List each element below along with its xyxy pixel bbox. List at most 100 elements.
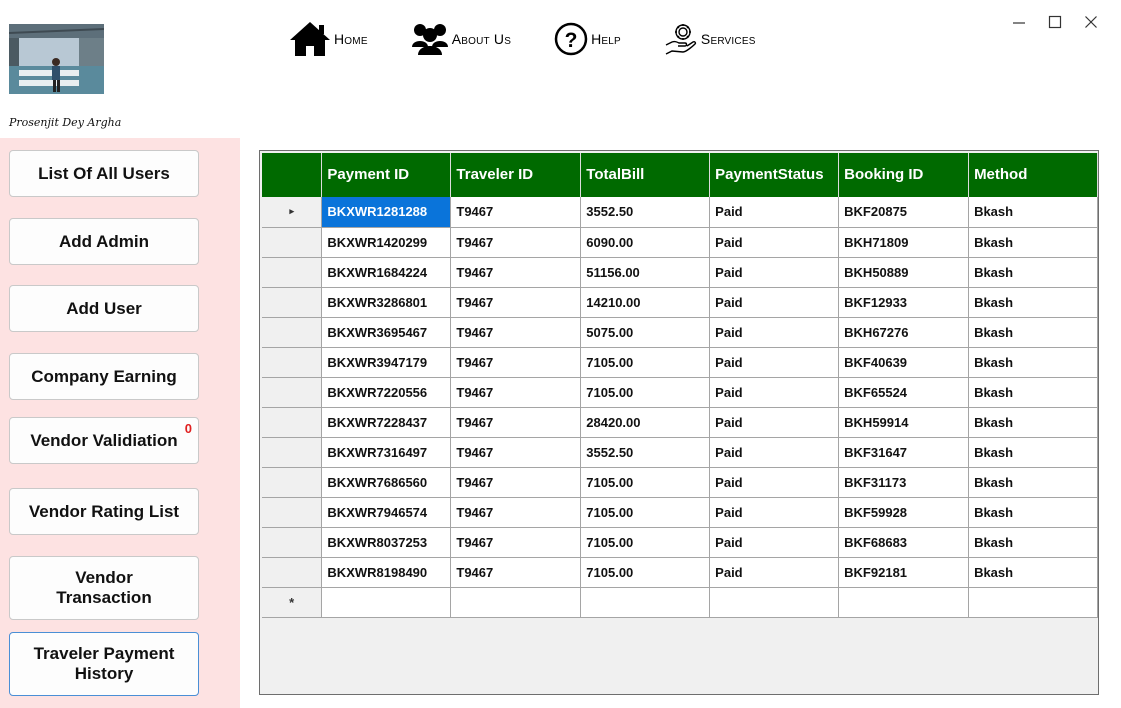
table-cell[interactable]: Paid	[709, 467, 840, 498]
new-row-cell[interactable]	[580, 587, 711, 618]
table-cell[interactable]: BKF12933	[838, 287, 970, 318]
column-header[interactable]: PaymentStatus	[709, 153, 840, 197]
table-cell[interactable]: T9467	[450, 257, 582, 288]
table-cell[interactable]: Paid	[709, 437, 840, 468]
column-header[interactable]: TotalBill	[580, 153, 711, 197]
table-cell[interactable]: BKXWR1281288	[321, 197, 452, 228]
table-cell[interactable]: Paid	[709, 407, 840, 438]
table-cell[interactable]: BKH50889	[838, 257, 970, 288]
table-cell[interactable]: Bkash	[968, 407, 1098, 438]
table-cell[interactable]: T9467	[450, 347, 582, 378]
new-row-cell[interactable]	[450, 587, 582, 618]
row-header[interactable]	[262, 257, 323, 288]
row-header-corner[interactable]	[262, 153, 323, 197]
table-cell[interactable]: BKF31173	[838, 467, 970, 498]
close-button[interactable]	[1083, 14, 1099, 30]
table-cell[interactable]: BKF20875	[838, 197, 970, 228]
table-cell[interactable]: BKXWR1420299	[321, 227, 452, 258]
table-cell[interactable]: 7105.00	[580, 497, 711, 528]
table-cell[interactable]: 7105.00	[580, 527, 711, 558]
table-cell[interactable]: Paid	[709, 317, 840, 348]
row-header[interactable]: ▸	[262, 197, 323, 228]
new-row[interactable]: *	[262, 587, 1098, 618]
table-cell[interactable]: Bkash	[968, 347, 1098, 378]
new-row-cell[interactable]	[838, 587, 970, 618]
table-cell[interactable]: BKXWR3947179	[321, 347, 452, 378]
table-row[interactable]: BKXWR3947179 T9467 7105.00 Paid BKF40639 Bkas…	[262, 347, 1098, 378]
column-header[interactable]: Traveler ID	[450, 153, 582, 197]
minimize-button[interactable]	[1011, 14, 1027, 30]
table-row[interactable]: BKXWR1420299 T9467 6090.00 Paid BKH71809 Bkas…	[262, 227, 1098, 258]
column-header[interactable]: Method	[968, 153, 1098, 197]
table-cell[interactable]: Bkash	[968, 227, 1098, 258]
table-cell[interactable]: Paid	[709, 377, 840, 408]
table-cell[interactable]: T9467	[450, 407, 582, 438]
row-header[interactable]	[262, 557, 323, 588]
table-cell[interactable]: BKF40639	[838, 347, 970, 378]
table-cell[interactable]: 14210.00	[580, 287, 711, 318]
table-cell[interactable]: Bkash	[968, 497, 1098, 528]
column-header[interactable]: Payment ID	[321, 153, 452, 197]
table-cell[interactable]: 7105.00	[580, 347, 711, 378]
maximize-button[interactable]	[1047, 14, 1063, 30]
new-row-header[interactable]: *	[262, 587, 323, 618]
table-cell[interactable]: Bkash	[968, 257, 1098, 288]
table-cell[interactable]: Bkash	[968, 317, 1098, 348]
row-header[interactable]	[262, 497, 323, 528]
nav-home[interactable]: Home	[288, 20, 368, 58]
table-cell[interactable]: 6090.00	[580, 227, 711, 258]
table-cell[interactable]: Bkash	[968, 287, 1098, 318]
vendor-transaction-button[interactable]: Vendor Transaction	[9, 556, 199, 620]
table-cell[interactable]: BKXWR8198490	[321, 557, 452, 588]
table-cell[interactable]: T9467	[450, 197, 582, 228]
table-cell[interactable]: Paid	[709, 257, 840, 288]
table-cell[interactable]: BKXWR7228437	[321, 407, 452, 438]
table-row[interactable]: BKXWR1684224 T9467 51156.00 Paid BKH50889 Bka…	[262, 257, 1098, 288]
row-header[interactable]	[262, 467, 323, 498]
table-cell[interactable]: BKXWR3695467	[321, 317, 452, 348]
payment-grid[interactable]: Payment ID Traveler ID TotalBill Payment…	[259, 150, 1099, 695]
table-cell[interactable]: BKH67276	[838, 317, 970, 348]
table-cell[interactable]: T9467	[450, 497, 582, 528]
new-row-cell[interactable]	[321, 587, 452, 618]
row-header[interactable]	[262, 347, 323, 378]
row-header[interactable]	[262, 407, 323, 438]
table-cell[interactable]: Paid	[709, 287, 840, 318]
nav-services[interactable]: Services	[663, 21, 756, 57]
table-cell[interactable]: 7105.00	[580, 557, 711, 588]
table-cell[interactable]: T9467	[450, 437, 582, 468]
table-cell[interactable]: Bkash	[968, 437, 1098, 468]
table-row[interactable]: BKXWR7316497 T9467 3552.50 Paid BKF31647 Bkas…	[262, 437, 1098, 468]
vendor-validation-button[interactable]: Vendor Validiation 0	[9, 417, 199, 464]
table-cell[interactable]: BKF68683	[838, 527, 970, 558]
new-row-cell[interactable]	[709, 587, 840, 618]
table-cell[interactable]: T9467	[450, 377, 582, 408]
table-row[interactable]: BKXWR8037253 T9467 7105.00 Paid BKF68683 Bkas…	[262, 527, 1098, 558]
table-cell[interactable]: BKF65524	[838, 377, 970, 408]
table-cell[interactable]: T9467	[450, 467, 582, 498]
table-cell[interactable]: T9467	[450, 527, 582, 558]
nav-about-us[interactable]: About Us	[410, 21, 511, 57]
column-header[interactable]: Booking ID	[838, 153, 970, 197]
table-cell[interactable]: 51156.00	[580, 257, 711, 288]
table-cell[interactable]: BKH59914	[838, 407, 970, 438]
table-cell[interactable]: 3552.50	[580, 437, 711, 468]
row-header[interactable]	[262, 317, 323, 348]
row-header[interactable]	[262, 287, 323, 318]
table-cell[interactable]: Bkash	[968, 467, 1098, 498]
table-cell[interactable]: T9467	[450, 557, 582, 588]
table-cell[interactable]: BKXWR7946574	[321, 497, 452, 528]
table-cell[interactable]: 5075.00	[580, 317, 711, 348]
table-row[interactable]: BKXWR8198490 T9467 7105.00 Paid BKF92181 Bkas…	[262, 557, 1098, 588]
table-cell[interactable]: BKXWR3286801	[321, 287, 452, 318]
table-cell[interactable]: T9467	[450, 317, 582, 348]
row-header[interactable]	[262, 377, 323, 408]
table-cell[interactable]: BKF59928	[838, 497, 970, 528]
table-cell[interactable]: T9467	[450, 287, 582, 318]
table-cell[interactable]: Bkash	[968, 377, 1098, 408]
table-row[interactable]: BKXWR3695467 T9467 5075.00 Paid BKH67276 Bkas…	[262, 317, 1098, 348]
traveler-payment-history-button[interactable]: Traveler Payment History	[9, 632, 199, 696]
table-cell[interactable]: BKXWR7316497	[321, 437, 452, 468]
table-row[interactable]: BKXWR7686560 T9467 7105.00 Paid BKF31173 Bkas…	[262, 467, 1098, 498]
table-cell[interactable]: BKXWR8037253	[321, 527, 452, 558]
